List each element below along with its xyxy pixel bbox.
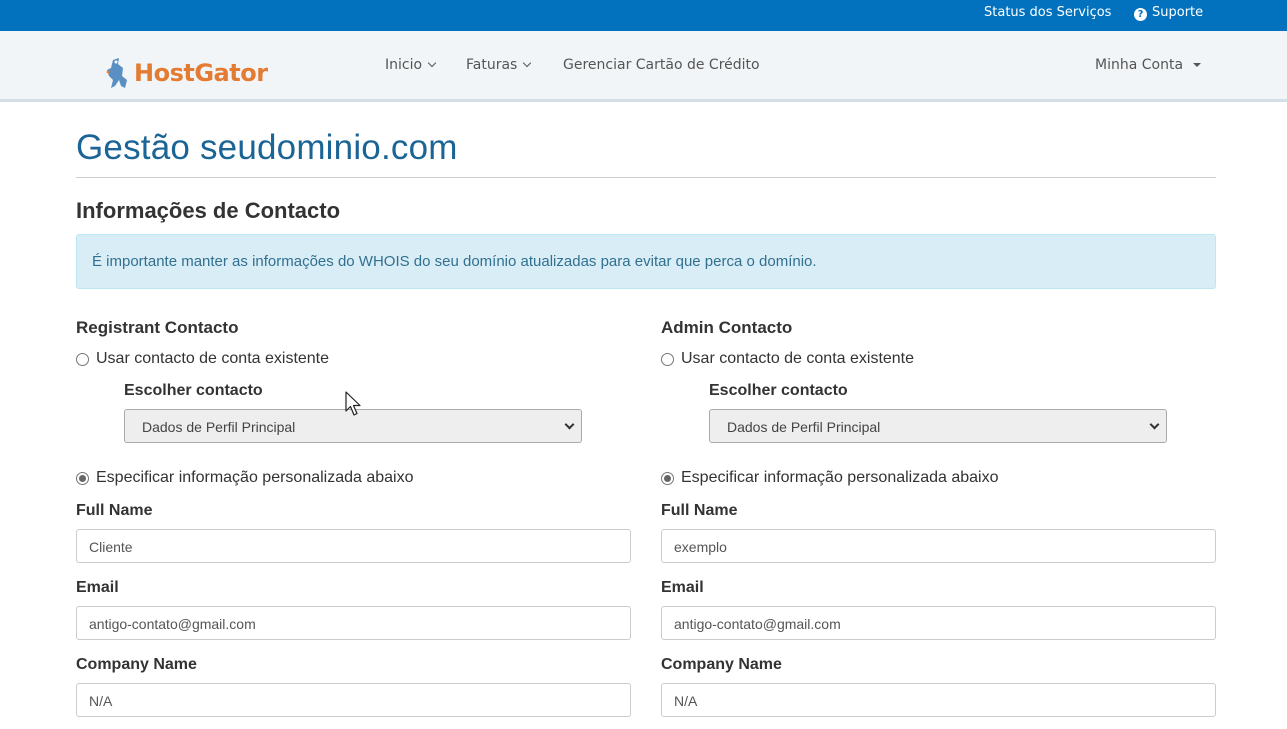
nav-faturas-label: Faturas bbox=[466, 57, 518, 73]
registrant-use-existing-radio[interactable] bbox=[76, 352, 89, 366]
support-link[interactable]: ? Suporte bbox=[1134, 5, 1203, 21]
admin-use-existing-option[interactable]: Usar contacto de conta existente bbox=[661, 350, 914, 368]
registrant-contact-select-value: Dados de Perfil Principal bbox=[142, 419, 296, 435]
admin-company-input[interactable]: N/A bbox=[661, 683, 1216, 717]
registrant-company-value: N/A bbox=[89, 693, 113, 709]
registrant-choose-contact-label: Escolher contacto bbox=[124, 382, 263, 399]
registrant-full-name-label: Full Name bbox=[76, 502, 153, 519]
admin-use-existing-radio[interactable] bbox=[661, 352, 674, 366]
registrant-custom-option[interactable]: Especificar informação personalizada aba… bbox=[76, 469, 414, 487]
admin-contact-select[interactable]: Dados de Perfil Principal bbox=[709, 409, 1167, 443]
gator-mascot-icon bbox=[106, 58, 127, 88]
admin-email-label: Email bbox=[661, 579, 704, 596]
support-label: Suporte bbox=[1152, 5, 1204, 20]
admin-custom-label: Especificar informação personalizada aba… bbox=[681, 469, 999, 486]
registrant-full-name-value: Cliente bbox=[89, 539, 133, 555]
nav-inicio-label: Inicio bbox=[385, 57, 423, 73]
status-services-link[interactable]: Status dos Serviços bbox=[984, 5, 1111, 20]
registrant-use-existing-label: Usar contacto de conta existente bbox=[96, 350, 330, 367]
admin-full-name-value: exemplo bbox=[674, 539, 727, 555]
top-bar: Status dos Serviços ? Suporte bbox=[0, 0, 1287, 31]
alert-text: É importante manter as informações do WH… bbox=[92, 253, 817, 270]
hostgator-logo[interactable]: HostGator bbox=[105, 56, 268, 90]
admin-contact-select-value: Dados de Perfil Principal bbox=[727, 419, 881, 435]
admin-choose-contact-label: Escolher contacto bbox=[709, 382, 848, 399]
mouse-pointer-icon bbox=[345, 391, 361, 416]
whois-info-alert: É importante manter as informações do WH… bbox=[76, 234, 1216, 289]
admin-company-label: Company Name bbox=[661, 656, 782, 673]
account-menu[interactable]: Minha Conta bbox=[1095, 57, 1202, 73]
registrant-custom-label: Especificar informação personalizada aba… bbox=[96, 469, 414, 486]
admin-custom-option[interactable]: Especificar informação personalizada aba… bbox=[661, 469, 999, 487]
registrant-company-label: Company Name bbox=[76, 656, 197, 673]
registrant-company-input[interactable]: N/A bbox=[76, 683, 631, 717]
main-navbar: HostGator Inicio Faturas Gerenciar Cartã… bbox=[0, 31, 1287, 102]
title-divider bbox=[76, 177, 1216, 178]
admin-email-input[interactable]: antigo-contato@gmail.com bbox=[661, 606, 1216, 640]
chevron-down-icon bbox=[523, 58, 532, 68]
admin-full-name-input[interactable]: exemplo bbox=[661, 529, 1216, 563]
admin-email-value: antigo-contato@gmail.com bbox=[674, 616, 841, 632]
question-circle-icon: ? bbox=[1134, 8, 1147, 21]
admin-company-value: N/A bbox=[674, 693, 698, 709]
nav-inicio[interactable]: Inicio bbox=[385, 57, 437, 73]
registrant-full-name-input[interactable]: Cliente bbox=[76, 529, 631, 563]
admin-contact-title: Admin Contacto bbox=[661, 318, 793, 337]
registrant-contact-title: Registrant Contacto bbox=[76, 318, 239, 337]
chevron-down-icon bbox=[1149, 419, 1160, 430]
logo-text: HostGator bbox=[134, 59, 268, 87]
chevron-down-icon bbox=[564, 419, 575, 430]
chevron-down-icon bbox=[427, 58, 437, 68]
registrant-email-input[interactable]: antigo-contato@gmail.com bbox=[76, 606, 631, 640]
nav-gerenciar-label: Gerenciar Cartão de Crédito bbox=[563, 57, 760, 73]
section-title: Informações de Contacto bbox=[76, 198, 341, 223]
admin-full-name-label: Full Name bbox=[661, 502, 738, 519]
caret-down-icon bbox=[1193, 63, 1202, 67]
admin-use-existing-label: Usar contacto de conta existente bbox=[681, 350, 915, 367]
account-menu-label: Minha Conta bbox=[1095, 57, 1184, 73]
page-title: Gestão seudominio.com bbox=[76, 128, 458, 167]
nav-gerenciar-cartao[interactable]: Gerenciar Cartão de Crédito bbox=[563, 57, 760, 73]
admin-custom-radio[interactable] bbox=[661, 471, 674, 485]
registrant-email-value: antigo-contato@gmail.com bbox=[89, 616, 256, 632]
registrant-use-existing-option[interactable]: Usar contacto de conta existente bbox=[76, 350, 329, 368]
registrant-email-label: Email bbox=[76, 579, 119, 596]
registrant-custom-radio[interactable] bbox=[76, 471, 89, 485]
nav-faturas[interactable]: Faturas bbox=[466, 57, 532, 73]
